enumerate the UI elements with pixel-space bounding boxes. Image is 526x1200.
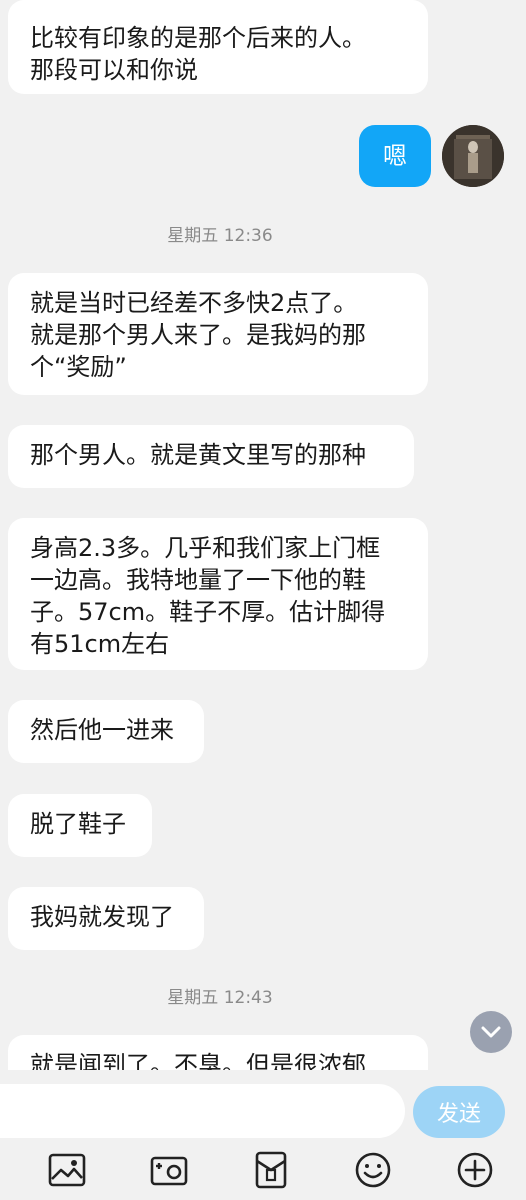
chat-history[interactable]: 比较有印象的是那个后来的人。 那段可以和你说 嗯 星期五 12:36 就是当时已… (0, 0, 526, 1070)
camera-icon (150, 1156, 188, 1186)
emoji-button[interactable] (353, 1150, 393, 1190)
emoji-icon (355, 1152, 391, 1188)
my-message-bubble[interactable]: 嗯 (359, 125, 431, 187)
send-button[interactable]: 发送 (413, 1086, 505, 1138)
timestamp: 星期五 12:43 (167, 988, 273, 1008)
message-bubble[interactable]: 然后他一进来 (8, 700, 204, 763)
message-bubble[interactable]: 就是闻到了。不臭。但是很浓郁 (8, 1035, 428, 1070)
message-bubble[interactable]: 身高2.3多。几乎和我们家上门框 一边高。我特地量了一下他的鞋 子。57cm。鞋… (8, 518, 428, 670)
avatar[interactable] (442, 125, 504, 187)
avatar-image (442, 125, 504, 187)
composer: 发送 (0, 1070, 526, 1200)
red-packet-button[interactable] (251, 1150, 291, 1190)
scroll-to-bottom-button[interactable] (470, 1011, 512, 1053)
image-icon (48, 1153, 86, 1187)
more-button[interactable] (455, 1150, 495, 1190)
timestamp: 星期五 12:36 (167, 226, 273, 246)
plus-icon (457, 1152, 493, 1188)
message-bubble[interactable]: 脱了鞋子 (8, 794, 152, 857)
camera-button[interactable] (149, 1150, 189, 1190)
message-input[interactable] (0, 1084, 405, 1138)
message-bubble[interactable]: 我妈就发现了 (8, 887, 204, 950)
red-packet-icon (255, 1151, 287, 1189)
chevron-down-icon (481, 1026, 501, 1038)
image-button[interactable] (47, 1150, 87, 1190)
message-bubble[interactable]: 那个男人。就是黄文里写的那种 (8, 425, 414, 488)
message-bubble[interactable]: 比较有印象的是那个后来的人。 那段可以和你说 (8, 0, 428, 94)
message-bubble[interactable]: 就是当时已经差不多快2点了。 就是那个男人来了。是我妈的那 个“奖励” (8, 273, 428, 395)
